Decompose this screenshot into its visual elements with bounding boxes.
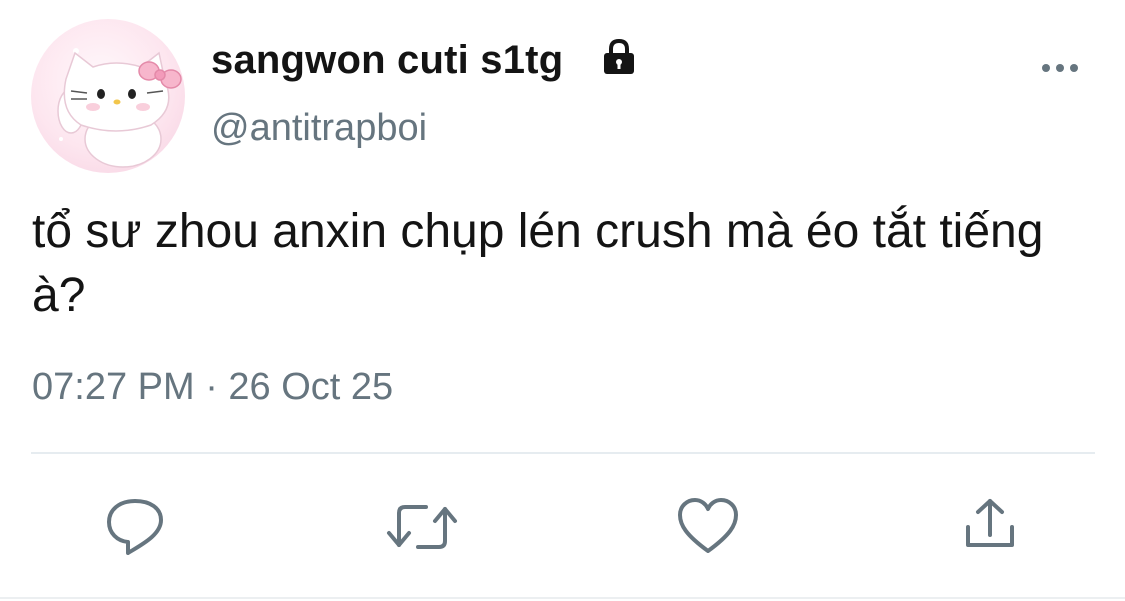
lock-icon bbox=[604, 38, 634, 74]
cat-avatar-icon bbox=[57, 48, 182, 168]
retweet-button[interactable] bbox=[386, 495, 457, 559]
bottom-divider bbox=[0, 597, 1125, 599]
retweet-icon bbox=[387, 505, 457, 549]
share-button[interactable] bbox=[958, 495, 1022, 559]
share-icon bbox=[966, 499, 1014, 547]
heart-icon bbox=[678, 498, 738, 553]
tweet-text: tổ sư zhou anxin chụp lén crush mà éo tắ… bbox=[32, 205, 1044, 322]
user-handle[interactable]: @antitrapboi bbox=[211, 107, 427, 150]
avatar[interactable] bbox=[31, 19, 185, 173]
reply-icon bbox=[107, 499, 163, 555]
display-name[interactable]: sangwon cuti s1tg bbox=[211, 38, 563, 83]
more-options-icon[interactable] bbox=[1040, 61, 1080, 75]
like-button[interactable] bbox=[676, 495, 740, 559]
divider bbox=[31, 452, 1095, 454]
tweet-timestamp[interactable]: 07:27 PM · 26 Oct 25 bbox=[32, 366, 393, 409]
reply-button[interactable] bbox=[103, 495, 167, 559]
